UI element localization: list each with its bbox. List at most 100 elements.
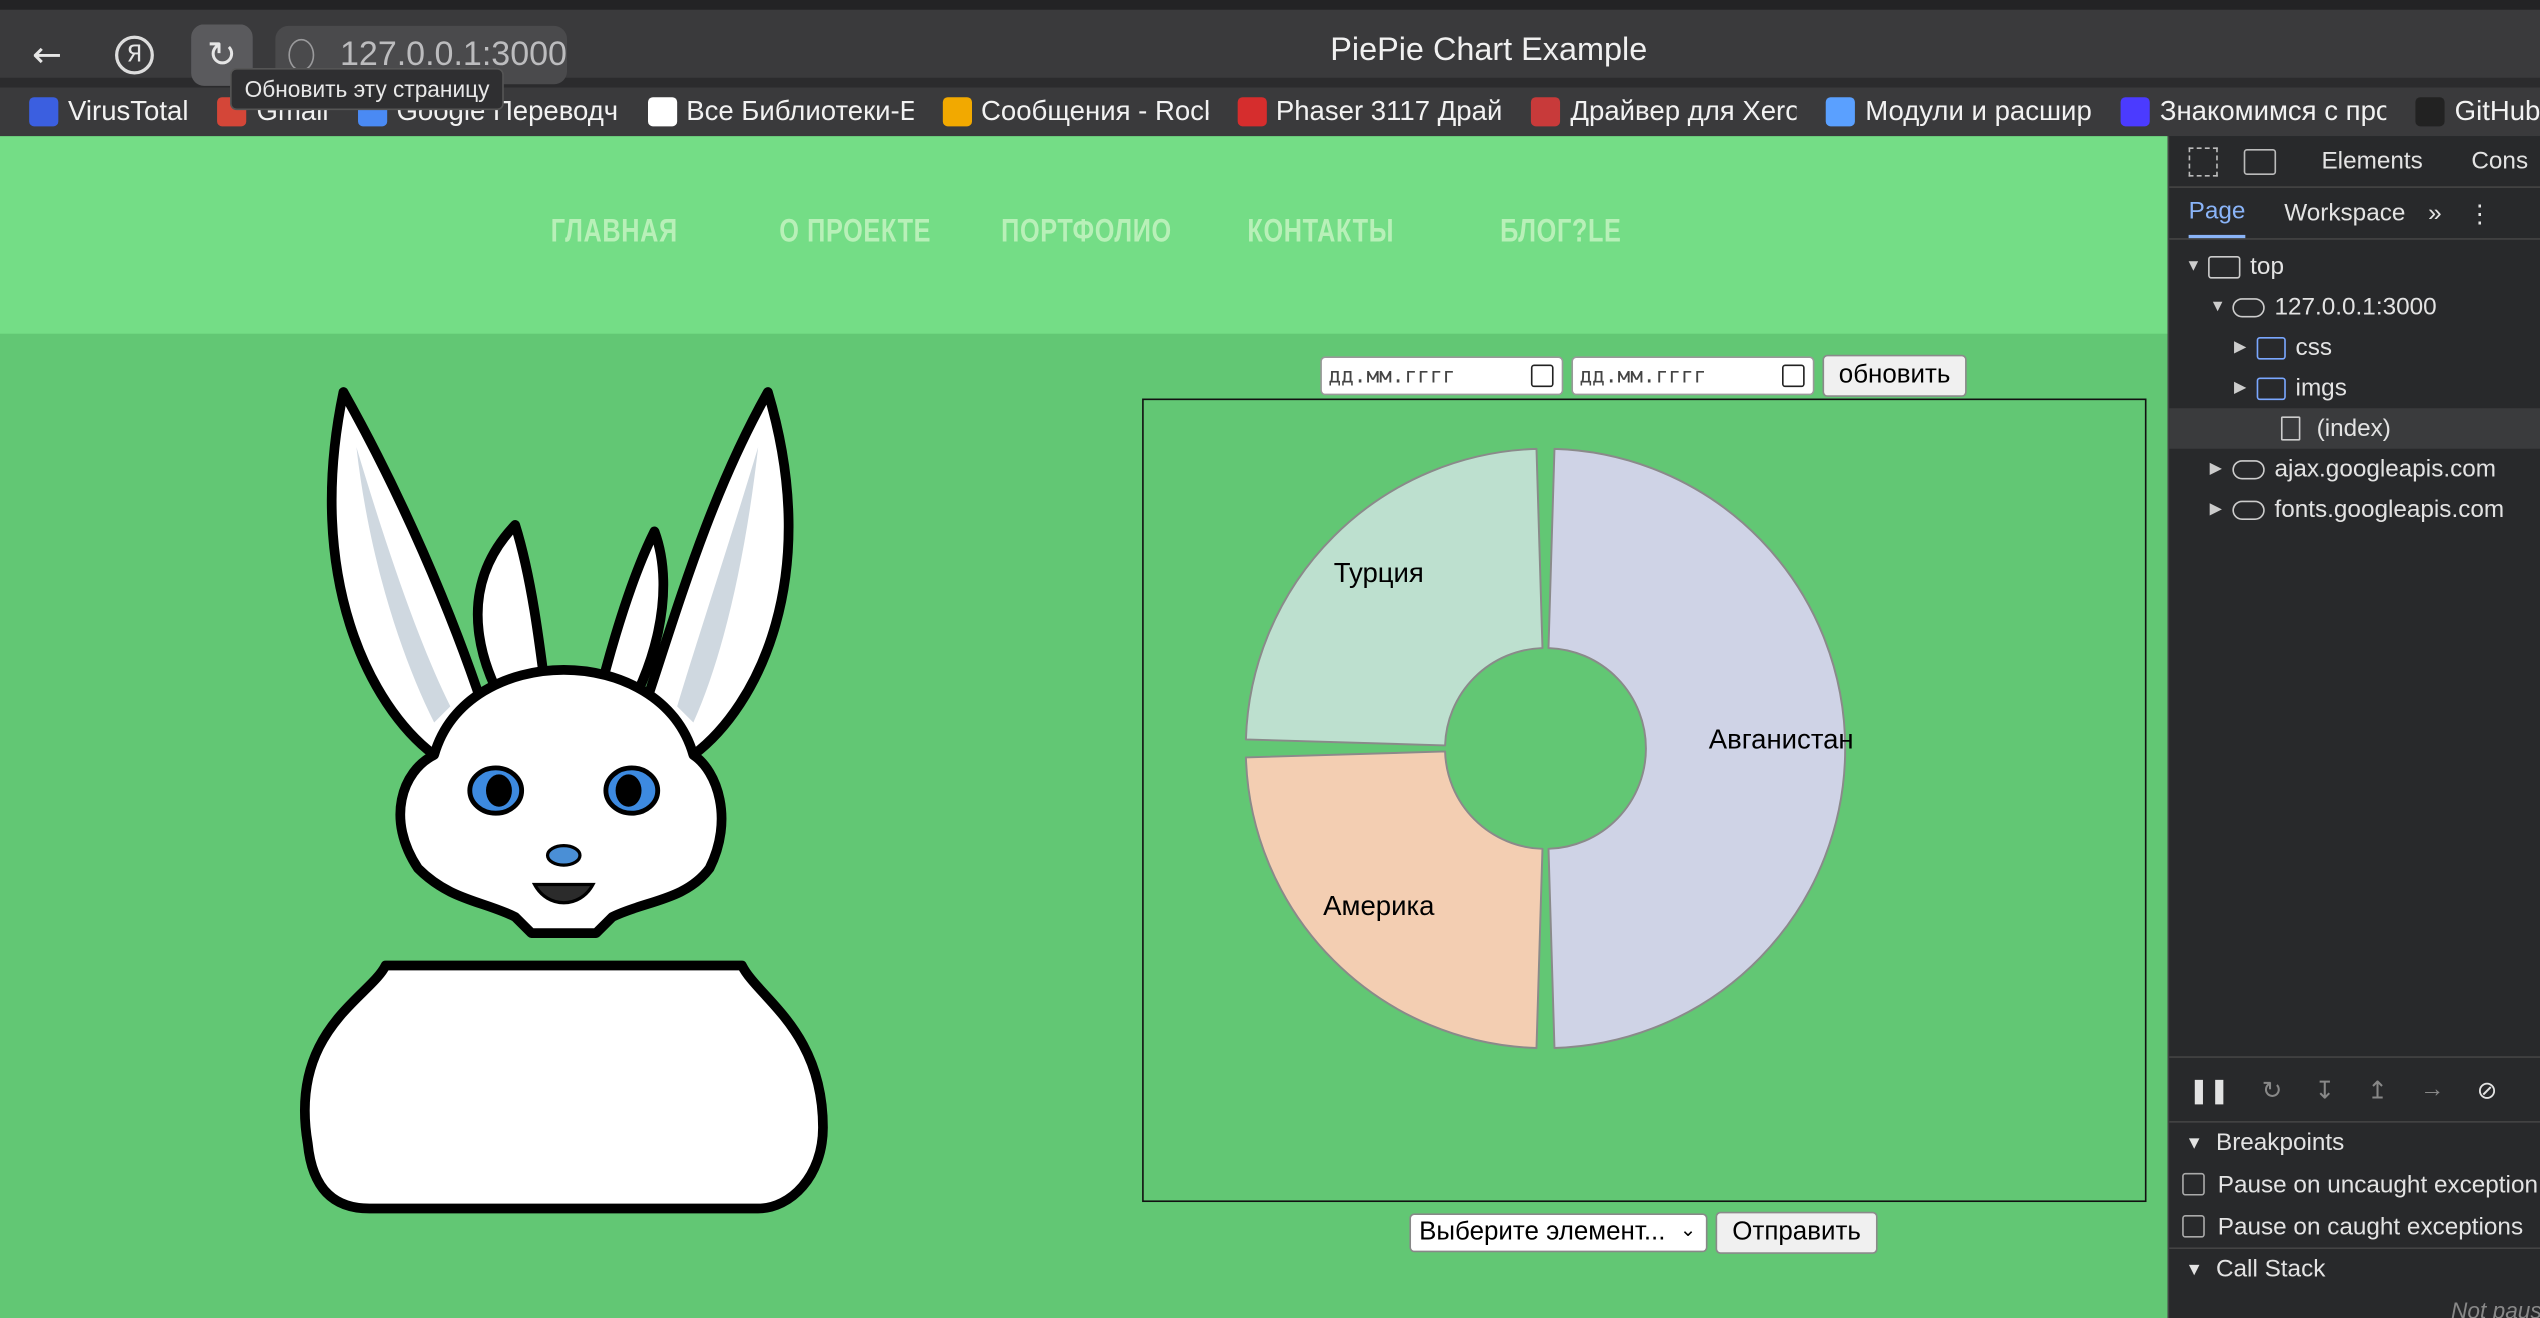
bookmark-item[interactable]: Драйвер для Xero [1531, 95, 1798, 128]
date-to-input[interactable]: дд.мм.гггг [1571, 356, 1815, 396]
rockstar-icon [942, 97, 972, 127]
calendar-icon[interactable] [1530, 364, 1554, 388]
breakpoints-header[interactable]: Breakpoints [2216, 1129, 2344, 1157]
collapse-icon[interactable]: ▼ [2185, 1133, 2203, 1152]
devtools-panel: Elements Cons Page Workspace » ⋮ ▼ top ▼ 12… [2167, 136, 2540, 1318]
nav-portfolio[interactable]: ПОРТФОЛИО [1001, 214, 1172, 251]
collapsed-arrow-icon[interactable]: ▶ [2210, 501, 2226, 519]
pause-uncaught-label: Pause on uncaught exception [2217, 1170, 2538, 1198]
submit-button[interactable]: Отправить [1715, 1211, 1878, 1254]
subtab-page[interactable]: Page [2188, 188, 2246, 239]
tab-elements[interactable]: Elements [2321, 147, 2422, 175]
site-header: ГЛАВНАЯ О ПРОЕКТЕ ПОРТФОЛИО КОНТАКТЫ БЛО… [0, 136, 2168, 334]
nav-contacts[interactable]: КОНТАКТЫ [1247, 214, 1394, 251]
tree-item[interactable]: ▼ 127.0.0.1:3000 [2169, 287, 2540, 328]
pie-slice-label: Турция [1334, 557, 1424, 588]
bookmark-label: Phaser 3117 Драй [1275, 95, 1503, 127]
bookmark-item[interactable]: Все Библиотеки-E [647, 96, 913, 128]
pie-slice[interactable] [1244, 447, 1544, 747]
tree-item[interactable]: ▶ fonts.googleapis.com [2169, 489, 2540, 530]
mascot-illustration [300, 387, 828, 1214]
bookmark-label: VirusTotal [68, 95, 189, 127]
pie-slice-label: Авганистан [1709, 723, 1854, 754]
donut-chart: Авганистан Америка Турция [1244, 447, 1854, 1049]
bookmark-item[interactable]: Знакомимся с про [2120, 96, 2387, 128]
folder-icon [2256, 376, 2286, 400]
tree-item[interactable]: ▼ top [2169, 246, 2540, 286]
step-out-icon[interactable]: ↥ [2367, 1075, 2387, 1104]
reload-tooltip: Обновить эту страницу [230, 68, 505, 111]
s-icon [2120, 97, 2151, 127]
deactivate-breakpoints-icon[interactable]: ⊘ [2477, 1075, 2497, 1104]
calendar-icon[interactable] [1782, 364, 1805, 388]
bookmark-label: Сообщения - Rock [981, 95, 1208, 127]
pause-icon[interactable]: ❚❚ [2189, 1075, 2230, 1104]
web-page: ГЛАВНАЯ О ПРОЕКТЕ ПОРТФОЛИО КОНТАКТЫ БЛО… [0, 136, 2168, 1318]
tree-item-label: fonts.googleapis.com [2274, 495, 2505, 524]
collapsed-arrow-icon[interactable]: ▶ [2234, 379, 2250, 397]
chevron-down-icon: ⌄ [1679, 1218, 1697, 1241]
nav-home[interactable]: ГЛАВНАЯ [551, 214, 678, 251]
cloud-icon [2232, 459, 2265, 479]
date-from-placeholder: дд.мм.гггг [1328, 363, 1456, 388]
tree-item[interactable]: ▶ css [2169, 327, 2540, 368]
collapsed-arrow-icon[interactable]: ▶ [2234, 339, 2250, 357]
device-toolbar-icon[interactable] [2243, 148, 2277, 175]
inspect-icon[interactable] [2188, 146, 2218, 176]
collapse-icon[interactable]: ▼ [2185, 1260, 2203, 1279]
browser-titlebar: ← Я ↻ 127.0.0.1:3000 PiePie Chart Exampl… [0, 0, 2540, 86]
cloud-icon [2232, 499, 2265, 520]
bookmark-item[interactable]: GitHub - thiagoa [2415, 95, 2540, 128]
date-to-placeholder: дд.мм.гггг [1579, 363, 1707, 388]
not-paused-text: Not paus [2450, 1296, 2540, 1318]
bookmark-label: GitHub - thiagoa [2454, 95, 2540, 127]
date-from-input[interactable]: дд.мм.гггг [1320, 356, 1564, 396]
step-icon[interactable]: → [2420, 1076, 2444, 1104]
subtab-workspace[interactable]: Workspace [2284, 199, 2405, 227]
kebab-menu-icon[interactable]: ⋮ [2468, 198, 2492, 228]
nav-blog[interactable]: БЛОГ?LE [1500, 214, 1621, 251]
driver-icon [1531, 97, 1561, 127]
call-stack-header[interactable]: Call Stack [2216, 1256, 2325, 1284]
file-icon [2280, 416, 2301, 441]
window-title: PiePie Chart Example [1330, 32, 1648, 69]
tree-item-label: (index) [2316, 414, 2391, 443]
nav-about[interactable]: О ПРОЕКТЕ [779, 214, 931, 251]
expanded-arrow-icon[interactable]: ▼ [2210, 298, 2226, 316]
tree-item-label: ajax.googleapis.com [2274, 455, 2497, 483]
xerox-icon [1236, 97, 1267, 127]
tab-console[interactable]: Cons [2471, 147, 2528, 175]
bookmark-item[interactable]: Phaser 3117 Драй [1236, 95, 1503, 128]
pause-caught-label: Pause on caught exceptions [2217, 1212, 2524, 1241]
tree-item-label: top [2250, 252, 2284, 281]
bookmark-item[interactable]: Модули и расшир [1826, 95, 2092, 128]
pause-caught-checkbox[interactable] [2182, 1215, 2205, 1238]
tree-item-label: 127.0.0.1:3000 [2274, 293, 2437, 321]
bookmark-label: Драйвер для Xero [1570, 95, 1798, 127]
pie-slice-label: Америка [1323, 890, 1435, 921]
modules-icon [1826, 97, 1856, 127]
virustotal-icon [29, 97, 59, 127]
element-select[interactable]: Выберите элемент... ⌄ [1409, 1213, 1708, 1253]
tree-item[interactable]: (index) [2169, 408, 2540, 449]
step-into-icon[interactable]: ↧ [2315, 1075, 2335, 1104]
refresh-button[interactable]: обновить [1822, 354, 1967, 397]
collapsed-arrow-icon[interactable]: ▶ [2210, 460, 2226, 478]
sources-tree: ▼ top ▼ 127.0.0.1:3000 ▶ css ▶ imgs (index) ▶ ajax… [2169, 240, 2540, 530]
more-tabs-icon[interactable]: » [2428, 199, 2442, 227]
bookmark-label: Все Библиотеки-E [686, 95, 913, 127]
pause-uncaught-checkbox[interactable] [2182, 1172, 2205, 1196]
cloud-icon [2232, 297, 2265, 317]
chart-container: Авганистан Америка Турция [1142, 398, 2147, 1203]
bookmark-item[interactable]: Сообщения - Rock [942, 96, 1208, 128]
tree-item[interactable]: ▶ ajax.googleapis.com [2169, 449, 2540, 490]
folder-icon [2256, 336, 2286, 359]
github-icon [2415, 97, 2445, 127]
tree-item-label: imgs [2295, 374, 2347, 402]
tree-item[interactable]: ▶ imgs [2169, 368, 2540, 409]
bookmark-item[interactable]: VirusTotal [29, 96, 188, 128]
tree-item-label: css [2295, 333, 2332, 362]
step-over-icon[interactable]: ↻ [2262, 1075, 2282, 1104]
bookmark-label: Модули и расшир [1865, 95, 2092, 127]
expanded-arrow-icon[interactable]: ▼ [2185, 258, 2201, 276]
